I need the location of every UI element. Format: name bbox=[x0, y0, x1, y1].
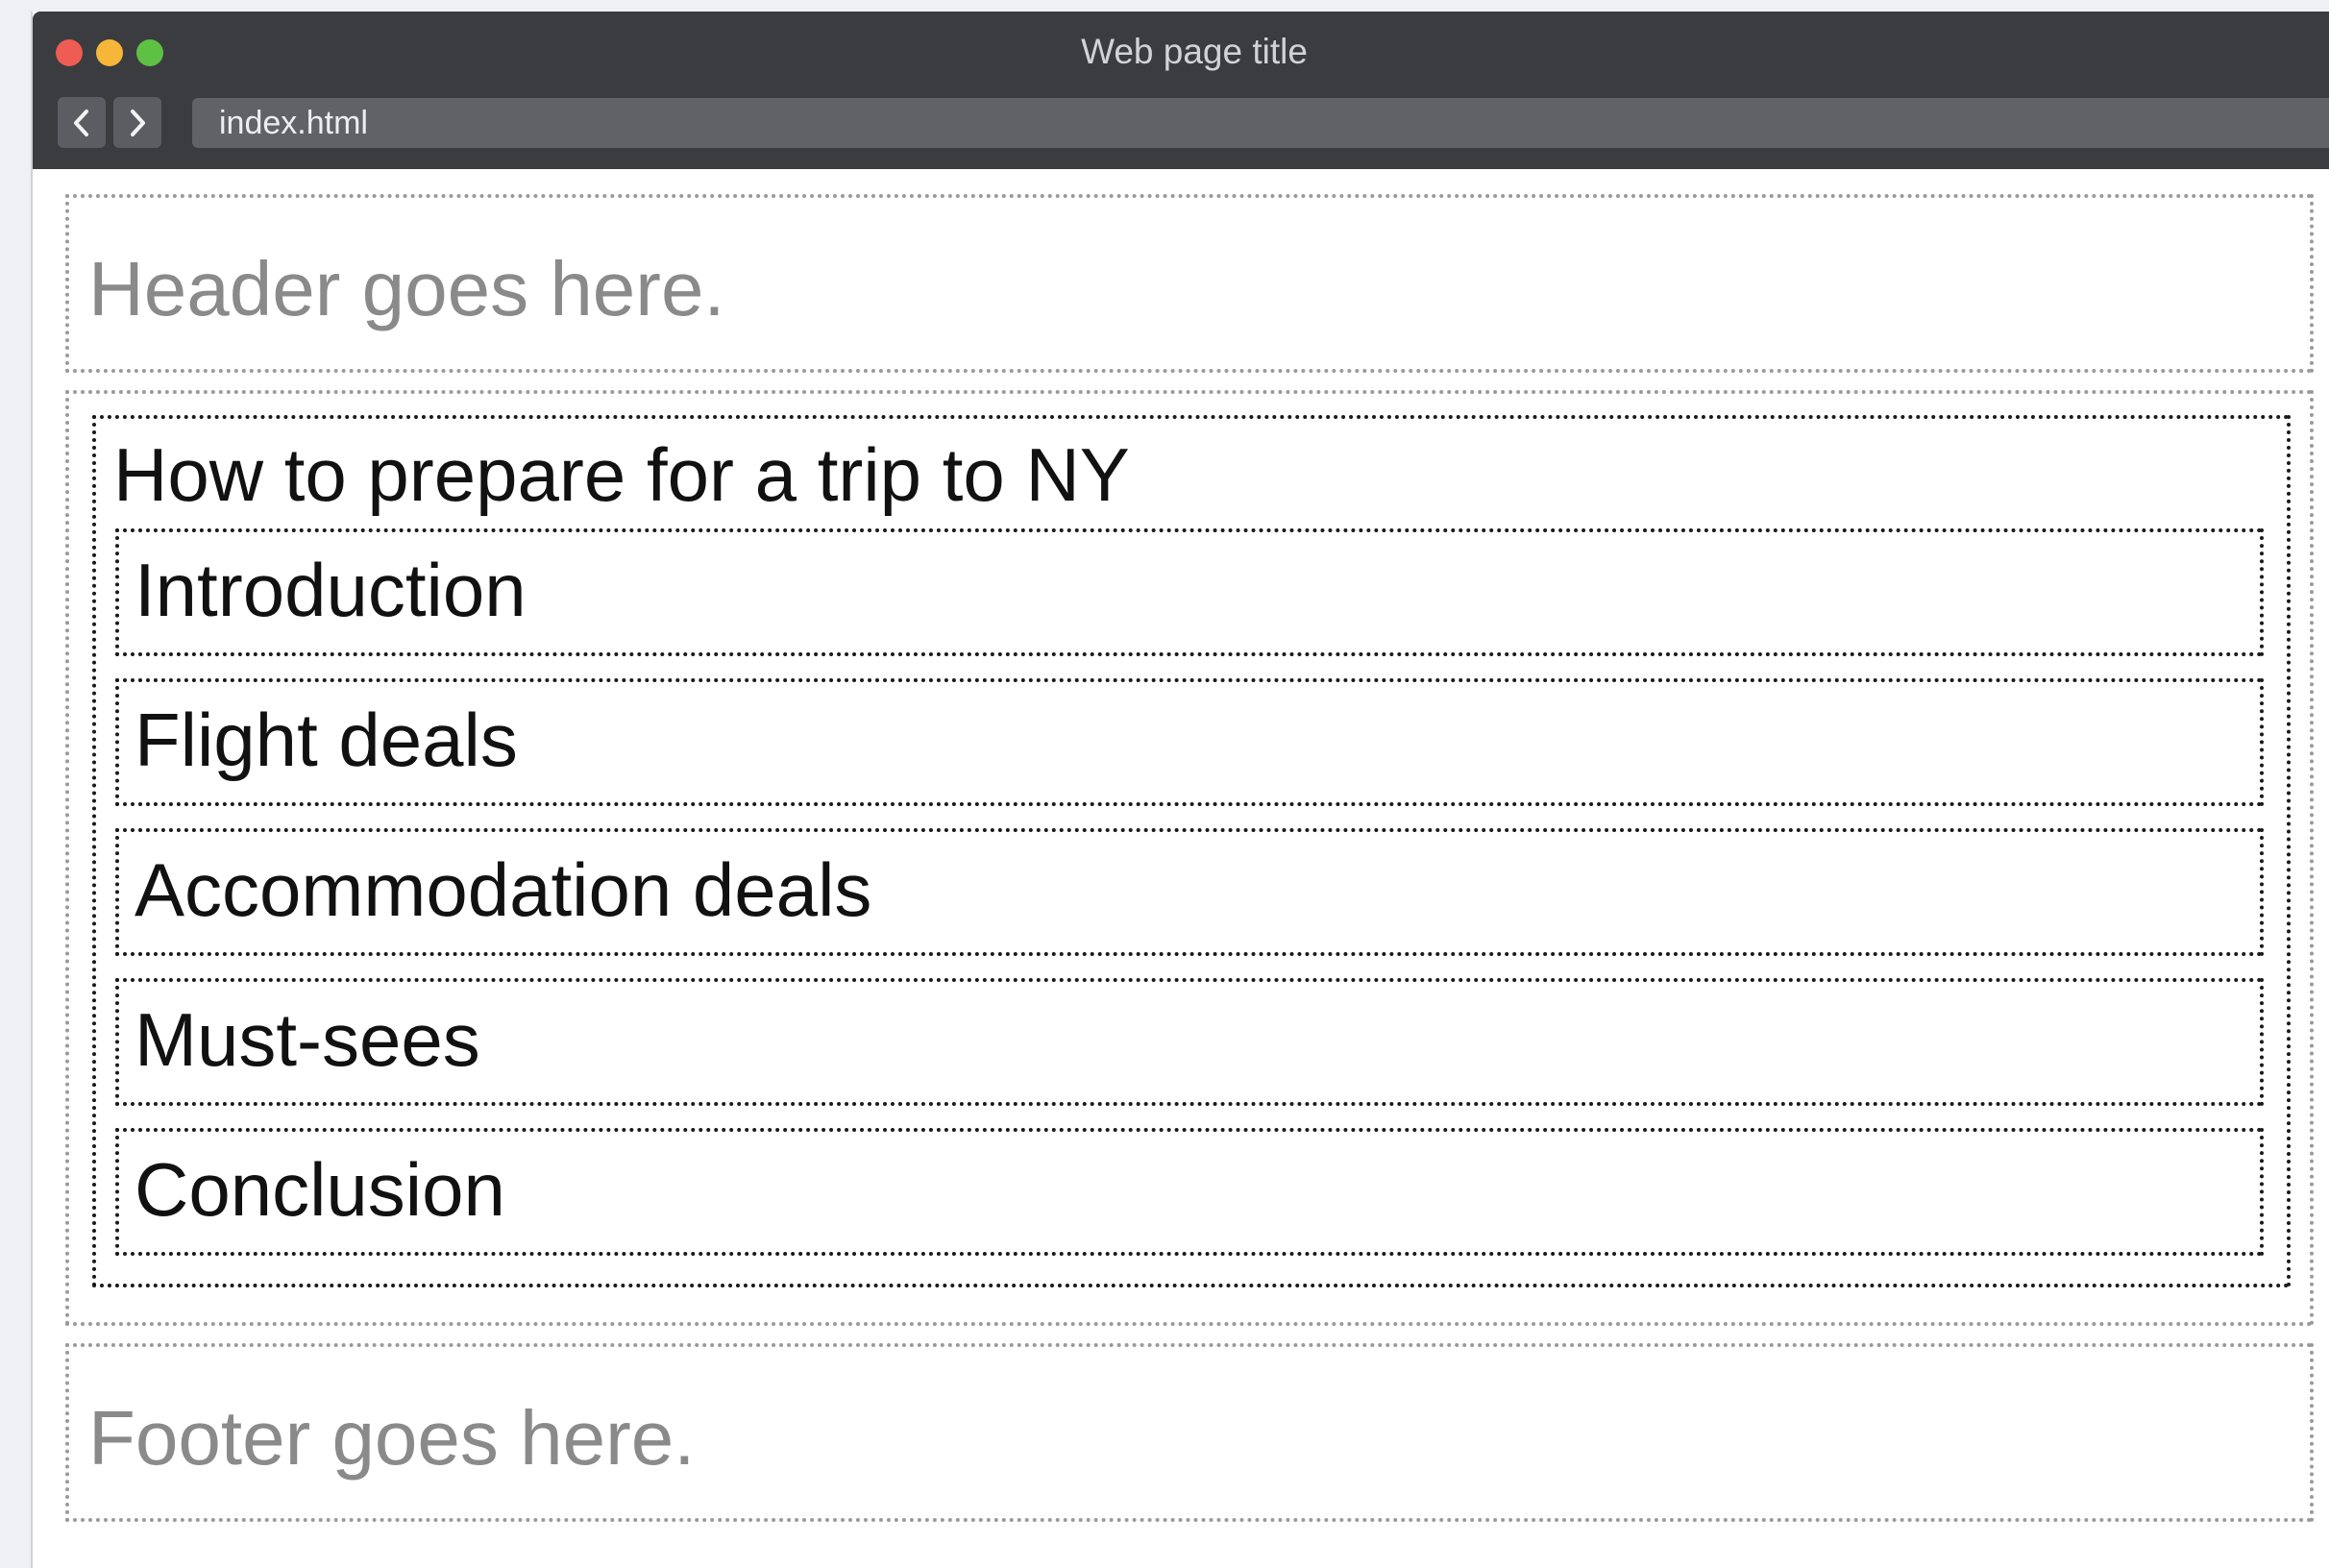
section-label: Conclusion bbox=[135, 1147, 505, 1232]
section-flight-deals: Flight deals bbox=[115, 678, 2264, 806]
footer-placeholder-text: Footer goes here. bbox=[88, 1395, 696, 1481]
header-placeholder-text: Header goes here. bbox=[88, 246, 725, 331]
back-button[interactable] bbox=[58, 97, 106, 148]
browser-window: Web page title index.html Header goes he… bbox=[31, 12, 2329, 1568]
page-main: How to prepare for a trip to NY Introduc… bbox=[65, 390, 2314, 1326]
section-introduction: Introduction bbox=[115, 528, 2264, 656]
chevron-left-icon bbox=[74, 109, 88, 136]
section-must-sees: Must-sees bbox=[115, 978, 2264, 1106]
forward-button[interactable] bbox=[113, 97, 161, 148]
article-title: How to prepare for a trip to NY bbox=[113, 432, 1130, 517]
chevron-right-icon bbox=[131, 109, 145, 136]
section-label: Must-sees bbox=[135, 997, 480, 1082]
window-title: Web page title bbox=[1081, 32, 1308, 71]
section-label: Flight deals bbox=[135, 698, 518, 782]
article: How to prepare for a trip to NY Introduc… bbox=[92, 415, 2291, 1287]
section-accommodation-deals: Accommodation deals bbox=[115, 828, 2264, 956]
address-bar[interactable]: index.html bbox=[192, 98, 2329, 148]
page-header: Header goes here. bbox=[65, 194, 2314, 373]
section-conclusion: Conclusion bbox=[115, 1128, 2264, 1256]
section-label: Accommodation deals bbox=[135, 847, 872, 932]
section-label: Introduction bbox=[135, 548, 527, 632]
browser-titlebar: Web page title index.html bbox=[33, 12, 2329, 169]
page-footer: Footer goes here. bbox=[65, 1343, 2314, 1522]
